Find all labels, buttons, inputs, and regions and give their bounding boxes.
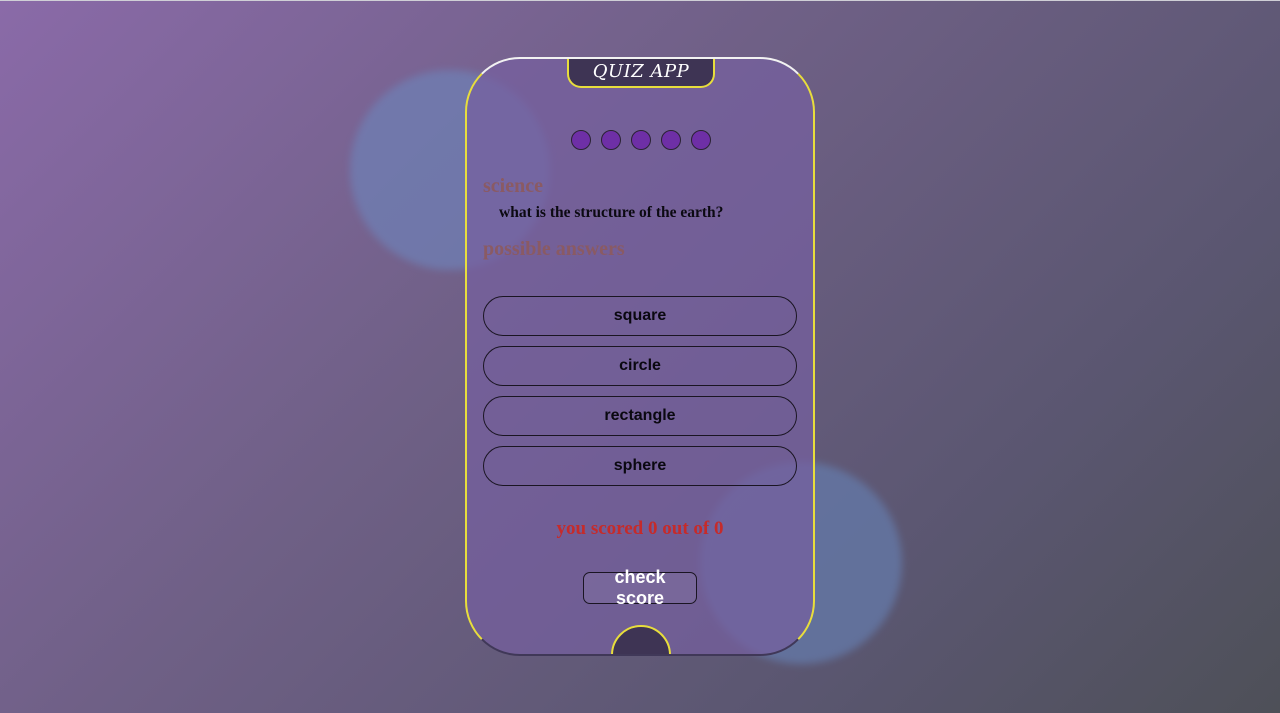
app-header-notch: QUIZ APP [567, 59, 715, 88]
quiz-phone-frame: QUIZ APP science what is the structure o… [465, 57, 815, 656]
app-title: QUIZ APP [592, 61, 690, 82]
top-divider [0, 0, 1280, 1]
home-button[interactable] [611, 625, 671, 654]
progress-dot [571, 130, 591, 150]
progress-indicator [571, 130, 711, 150]
answer-option-circle[interactable]: circle [483, 346, 797, 386]
answer-option-square[interactable]: square [483, 296, 797, 336]
progress-dot [631, 130, 651, 150]
progress-dot [691, 130, 711, 150]
answer-option-rectangle[interactable]: rectangle [483, 396, 797, 436]
score-text: you scored 0 out of 0 [556, 518, 724, 539]
check-score-button[interactable]: check score [583, 567, 697, 608]
question-category: science [483, 175, 543, 197]
progress-dot [601, 130, 621, 150]
answer-list: square circle rectangle sphere [483, 296, 797, 496]
answers-heading: possible answers [483, 238, 625, 260]
progress-dot [661, 130, 681, 150]
question-text: what is the structure of the earth? [499, 204, 724, 221]
answer-option-sphere[interactable]: sphere [483, 446, 797, 486]
